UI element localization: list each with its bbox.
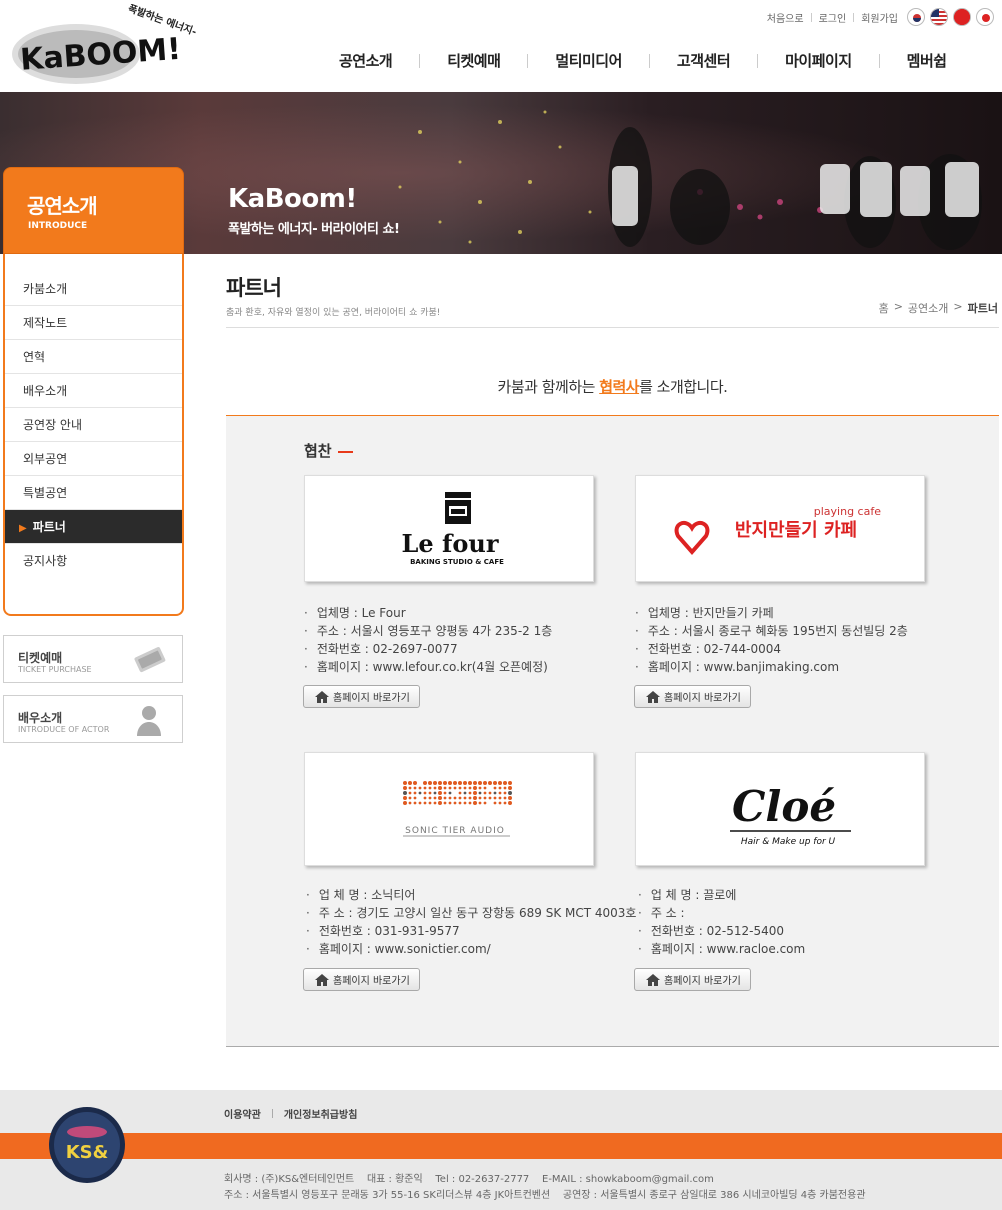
svg-text:playing cafe: playing cafe: [814, 505, 881, 518]
homepage-button-cloe[interactable]: 홈페이지 바로가기: [634, 968, 751, 991]
homepage-button-lefour[interactable]: 홈페이지 바로가기: [303, 685, 420, 708]
footer: KS& 이용약관 개인정보취급방침 회사명 : (주)KS&엔터테인먼트 대표 …: [0, 1090, 1002, 1210]
sidebar-item-about[interactable]: 카붐소개: [5, 272, 182, 306]
svg-text:Hair & Make up for U: Hair & Make up for U: [741, 837, 836, 847]
svg-text:Le four: Le four: [402, 529, 499, 558]
utility-nav: 처음으로 로그인 회원가입: [767, 8, 994, 26]
sidebar-item-actors[interactable]: 배우소개: [5, 374, 182, 408]
svg-text:BAKING STUDIO & CAFE: BAKING STUDIO & CAFE: [410, 558, 504, 566]
ks-entertainment-logo: KS&: [48, 1106, 126, 1184]
partner-info-sonictier: 업 체 명 : 소닉티어 주 소 : 경기도 고양시 일산 동구 장항동 689…: [306, 886, 637, 958]
gnb-ticket[interactable]: 티켓예매: [420, 50, 527, 71]
homepage-button-sonictier[interactable]: 홈페이지 바로가기: [303, 968, 420, 991]
home-icon: [646, 690, 660, 703]
banner-title: KaBoom!: [228, 184, 357, 214]
home-icon: [315, 690, 329, 703]
chevron-right-icon: >: [893, 300, 903, 313]
quick-actor-box[interactable]: 배우소개 INTRODUCE OF ACTOR: [3, 695, 183, 743]
gnb-introduce[interactable]: 공연소개: [312, 50, 419, 71]
gnb-mypage[interactable]: 마이페이지: [758, 50, 879, 71]
cloe-logo: Cloé Hair & Make up for U: [730, 782, 851, 847]
privacy-link[interactable]: 개인정보취급방침: [284, 1106, 358, 1121]
sidebar-item-history[interactable]: 연혁: [5, 340, 182, 374]
breadcrumb-home[interactable]: 홈: [879, 300, 889, 316]
breadcrumb-current: 파트너: [967, 302, 998, 315]
usa-flag-icon[interactable]: [930, 8, 948, 26]
partner-logo-banjimaking: playing cafe 반지만들기 카페: [635, 475, 925, 582]
svg-text:Cloé: Cloé: [732, 782, 836, 831]
quick-ticket-box[interactable]: 티켓예매 TICKET PURCHASE: [3, 635, 183, 683]
intro-text: 카붐과 함께하는 협력사를 소개합니다.: [497, 378, 728, 396]
banji-logo: playing cafe 반지만들기 카페: [674, 505, 881, 556]
terms-link[interactable]: 이용약관: [224, 1106, 261, 1121]
sidebar-item-notice[interactable]: 공지사항: [5, 544, 182, 578]
sidebar-item-production-note[interactable]: 제작노트: [5, 306, 182, 340]
partner-info-banjimaking: 업체명 : 반지만들기 카페 주소 : 서울시 종로구 혜화동 195번지 동선…: [635, 604, 908, 676]
partner-logo-sonictier: SONIC TIER AUDIO: [304, 752, 594, 866]
homepage-button-banjimaking[interactable]: 홈페이지 바로가기: [634, 685, 751, 708]
footer-bar: [0, 1133, 1002, 1159]
breadcrumb-introduce[interactable]: 공연소개: [908, 300, 948, 316]
svg-text:SONIC TIER AUDIO: SONIC TIER AUDIO: [405, 826, 505, 836]
sonictier-logo: SONIC TIER AUDIO: [403, 781, 512, 837]
divider: [226, 327, 999, 328]
header: KaBOOM! 폭발하는 에너지- 버라이어티쇼 처음으로 로그인 회원가입 공…: [0, 0, 1002, 92]
sidebar-menu: 카붐소개 제작노트 연혁 배우소개 공연장 안내 외부공연 특별공연 ▶ 파트너 …: [3, 254, 184, 616]
page-title: 파트너: [226, 276, 282, 300]
home-icon: [315, 973, 329, 986]
home-icon: [646, 973, 660, 986]
partner-info-lefour: 업체명 : Le Four 주소 : 서울시 영등포구 양평동 4가 235-2…: [304, 604, 552, 676]
section-title-box: 공연소개 INTRODUCE: [3, 167, 184, 254]
japan-flag-icon[interactable]: [976, 8, 994, 26]
lefour-logo: Le four BAKING STUDIO & CAFE: [402, 492, 504, 566]
ticket-icon: [134, 647, 166, 673]
home-link[interactable]: 처음으로: [767, 10, 804, 25]
section-title-en: INTRODUCE: [28, 221, 88, 231]
svg-text:반지만들기 카페: 반지만들기 카페: [735, 520, 857, 541]
section-title: 공연소개: [27, 194, 98, 218]
gnb-membership[interactable]: 멤버쉽: [880, 50, 974, 71]
partner-info-cloe: 업 체 명 : 끌로에 주 소 : 전화번호 : 02-512-5400 홈페이…: [638, 886, 805, 958]
sidebar-item-external-show[interactable]: 외부공연: [5, 442, 182, 476]
main-nav: 공연소개 티켓예매 멀티미디어 고객센터 마이페이지 멤버쉽: [312, 50, 974, 71]
page-description: 춤과 환호, 자유와 열정이 있는 공연, 버라이어티 쇼 카붐!: [226, 308, 441, 318]
arrow-right-icon: ▶: [19, 523, 27, 534]
footer-address: 회사명 : (주)KS&엔터테인먼트 대표 : 황준익 Tel : 02-263…: [224, 1174, 866, 1201]
svg-text:KS&: KS&: [66, 1142, 109, 1163]
sidebar-item-special-show[interactable]: 특별공연: [5, 476, 182, 510]
sidebar-item-venue[interactable]: 공연장 안내: [5, 408, 182, 442]
login-link[interactable]: 로그인: [819, 10, 847, 25]
partner-logo-lefour: Le four BAKING STUDIO & CAFE: [304, 475, 594, 582]
chevron-right-icon: >: [953, 300, 963, 313]
kaboom-logo[interactable]: KaBOOM! 폭발하는 에너지- 버라이어티쇼: [6, 1, 254, 88]
person-icon: [137, 706, 161, 736]
breadcrumb: 홈 > 공연소개 > 파트너: [879, 300, 998, 316]
sponsor-heading: 협찬: [304, 440, 353, 461]
banner-subtitle: 폭발하는 에너지- 버라이어티 쇼!: [228, 222, 400, 237]
china-flag-icon[interactable]: [953, 8, 971, 26]
join-link[interactable]: 회원가입: [861, 10, 898, 25]
gnb-multimedia[interactable]: 멀티미디어: [528, 50, 649, 71]
footer-links: 이용약관 개인정보취급방침: [224, 1106, 357, 1121]
partner-logo-cloe: Cloé Hair & Make up for U: [635, 752, 925, 866]
sidebar-item-partner[interactable]: ▶ 파트너: [5, 510, 182, 544]
korea-flag-icon[interactable]: [907, 8, 925, 26]
gnb-customer-center[interactable]: 고객센터: [650, 50, 757, 71]
